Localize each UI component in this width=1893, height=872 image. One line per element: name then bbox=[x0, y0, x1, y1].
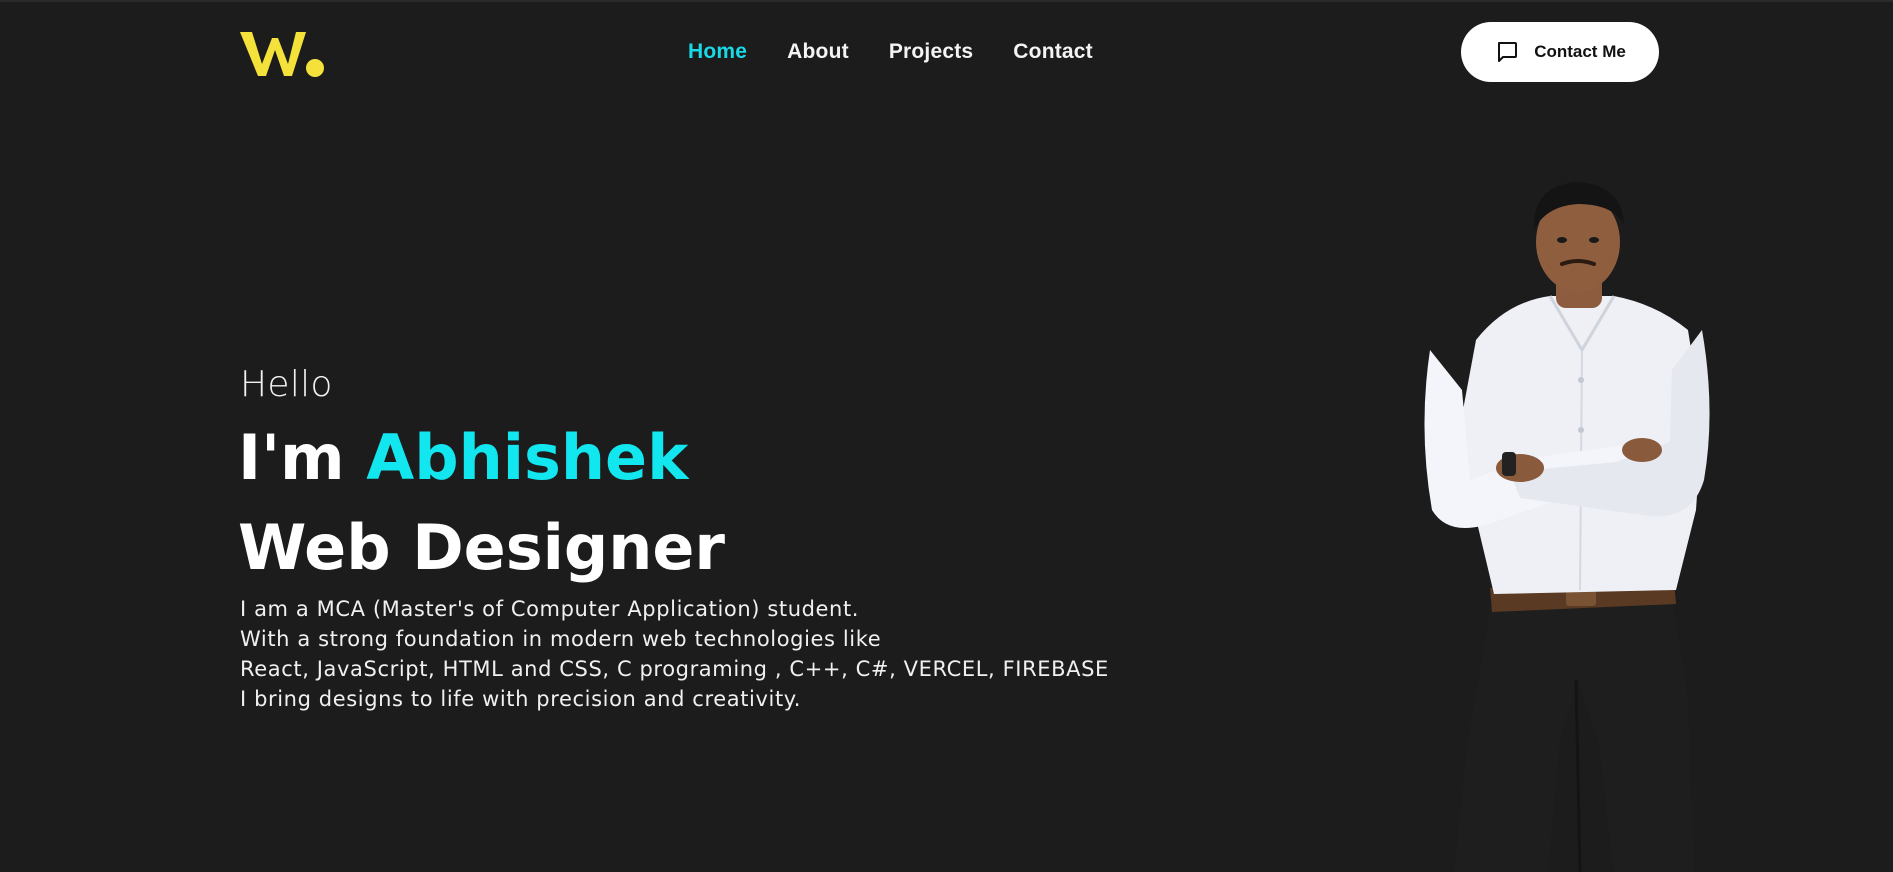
chat-bubble-icon bbox=[1494, 39, 1520, 65]
nav-projects[interactable]: Projects bbox=[889, 40, 973, 64]
hero-intro: I'm Abhishek bbox=[238, 420, 688, 496]
logo[interactable] bbox=[240, 24, 324, 80]
portrait-trousers bbox=[1454, 594, 1694, 872]
contact-me-button[interactable]: Contact Me bbox=[1461, 22, 1659, 82]
bio-line: I am a MCA (Master's of Computer Applica… bbox=[240, 597, 860, 621]
page: Home About Projects Contact Contact Me H… bbox=[0, 0, 1893, 872]
hero-intro-prefix: I'm bbox=[238, 421, 345, 494]
bio-line: React, JavaScript, HTML and CSS, C progr… bbox=[240, 657, 1109, 681]
main-nav: Home About Projects Contact bbox=[688, 38, 1093, 66]
nav-contact[interactable]: Contact bbox=[1013, 40, 1093, 64]
profile-photo bbox=[1424, 182, 1710, 872]
logo-dot bbox=[306, 59, 324, 77]
hero-greeting: Hello bbox=[240, 364, 333, 405]
top-divider bbox=[0, 0, 1893, 2]
bio-line: I bring designs to life with precision a… bbox=[240, 687, 802, 711]
hero-name: Abhishek bbox=[366, 421, 689, 494]
nav-home[interactable]: Home bbox=[688, 40, 747, 64]
nav-about[interactable]: About bbox=[787, 40, 849, 64]
logo-w-mark bbox=[240, 32, 306, 76]
contact-me-label: Contact Me bbox=[1534, 42, 1626, 61]
hero-bio: I am a MCA (Master's of Computer Applica… bbox=[240, 594, 1120, 714]
hero-role: Web Designer bbox=[238, 511, 726, 584]
bio-line: With a strong foundation in modern web t… bbox=[240, 627, 882, 651]
